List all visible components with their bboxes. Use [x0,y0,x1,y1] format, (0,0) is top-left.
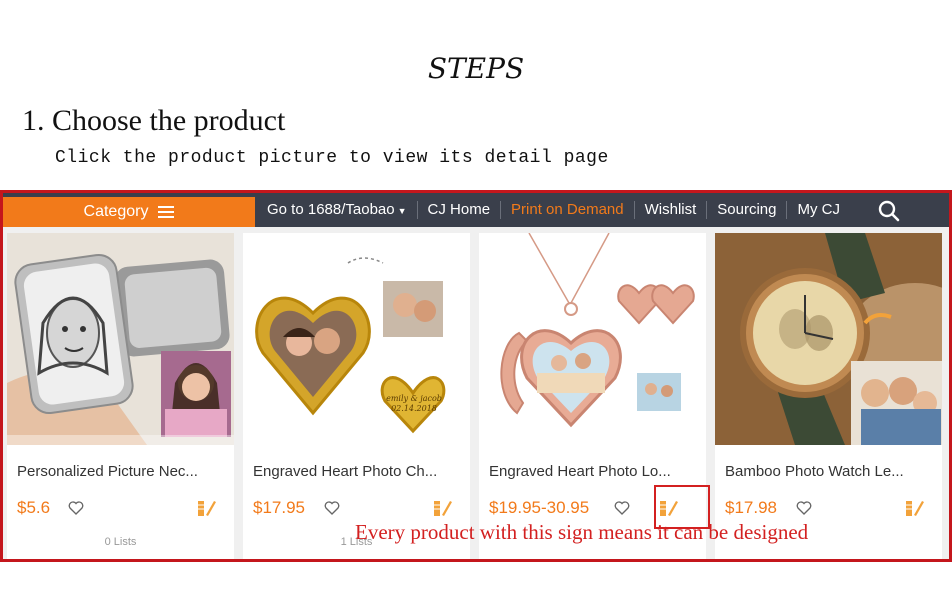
lists-count: 0 Lists [104,536,137,548]
main-nav: Go to 1688/Taobao ▼ CJ Home Print on Dema… [257,193,850,227]
product-name[interactable]: Bamboo Photo Watch Le... [725,463,935,480]
heart-icon[interactable] [613,499,631,517]
design-pencil-icon[interactable] [904,498,926,518]
screenshot-frame: Category Go to 1688/Taobao ▼ CJ Home Prin… [0,190,952,562]
product-image-heart-locket[interactable] [479,233,706,445]
hamburger-icon [158,206,175,218]
category-label: Category [83,203,149,220]
product-image-bamboo-watch[interactable] [715,233,942,445]
nav-wishlist[interactable]: Wishlist [635,201,708,219]
product-price: $17.98 [725,498,777,517]
nav-cj-home[interactable]: CJ Home [418,201,502,219]
nav-sourcing[interactable]: Sourcing [707,201,788,219]
product-name[interactable]: Engraved Heart Photo Lo... [489,463,699,480]
design-pencil-icon[interactable] [432,498,454,518]
steps-title: STEPS [427,52,525,85]
nav-my-cj[interactable]: My CJ [787,201,850,219]
step-subtitle: Click the product picture to view its de… [55,148,609,168]
product-image-dog-tag-necklace[interactable] [7,233,234,445]
product-name[interactable]: Personalized Picture Nec... [17,463,227,480]
design-pencil-icon[interactable] [196,498,218,518]
product-card[interactable]: Personalized Picture Nec... $5.6 0 Lists [7,233,234,559]
charm-engraving-line-2: 02.14.2018 [391,404,437,413]
heart-icon[interactable] [323,499,341,517]
product-price: $19.95-30.95 [489,498,590,517]
callout-text: Every product with this sign means it ca… [355,520,809,544]
product-price: $5.6 [17,498,51,517]
nav-go-to-1688-taobao[interactable]: Go to 1688/Taobao ▼ [257,201,418,219]
search-icon[interactable] [877,199,901,223]
product-card[interactable]: emily & jacob 02.14.2018 Engraved Heart … [243,233,470,559]
top-navigation-bar: Category Go to 1688/Taobao ▼ CJ Home Prin… [3,193,949,227]
nav-print-on-demand[interactable]: Print on Demand [501,201,635,219]
product-card[interactable]: Bamboo Photo Watch Le... $17.98 [715,233,942,559]
product-image-heart-charm[interactable]: emily & jacob 02.14.2018 [243,233,470,445]
heart-icon[interactable] [67,499,85,517]
product-price: $17.95 [253,498,305,517]
heart-icon[interactable] [795,499,813,517]
product-grid: Personalized Picture Nec... $5.6 0 Lists [7,233,942,559]
step-heading: 1. Choose the product [22,104,286,137]
product-name[interactable]: Engraved Heart Photo Ch... [253,463,463,480]
caret-down-icon: ▼ [397,206,407,216]
charm-engraving-line-1: emily & jacob [386,394,442,403]
category-button[interactable]: Category [3,197,255,227]
